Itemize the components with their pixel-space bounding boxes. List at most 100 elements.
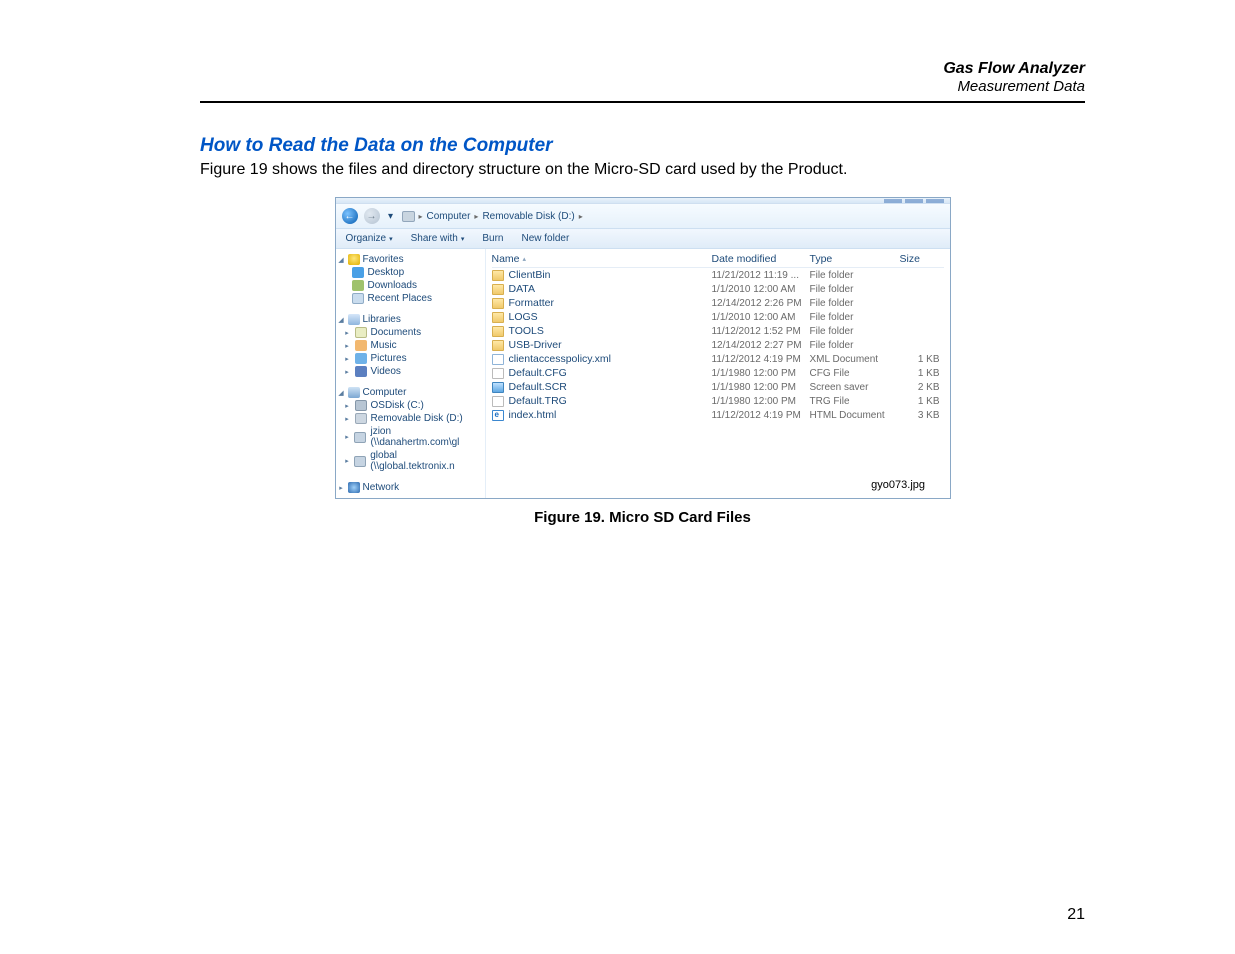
nav-item[interactable]: ▸Removable Disk (D:) <box>338 412 483 425</box>
nav-item-label: global (\\global.tektronix.n <box>370 450 482 472</box>
tree-expand-icon[interactable]: ▸ <box>344 402 351 410</box>
tree-expand-icon[interactable]: ▸ <box>344 368 351 376</box>
nav-item[interactable]: Downloads <box>338 279 483 292</box>
file-row[interactable]: Default.SCR1/1/1980 12:00 PMScreen saver… <box>492 380 944 394</box>
nav-group-network[interactable]: ▸ Network <box>338 481 483 494</box>
max-button[interactable] <box>905 199 923 203</box>
nav-item-label: Videos <box>371 366 401 377</box>
computer-icon <box>348 387 360 398</box>
folder-icon <box>492 326 504 337</box>
nav-item[interactable]: ▸ Music <box>338 339 483 352</box>
folder-icon <box>492 270 504 281</box>
trg-icon <box>492 396 504 407</box>
folder-icon <box>492 298 504 309</box>
page-number: 21 <box>1067 906 1085 924</box>
nav-back-button[interactable]: ← <box>342 208 358 224</box>
file-row[interactable]: Formatter12/14/2012 2:26 PMFile folder <box>492 296 944 310</box>
nav-item-label: Documents <box>371 327 422 338</box>
toolbar-burn[interactable]: Burn <box>482 233 503 244</box>
folder-icon <box>492 312 504 323</box>
col-type[interactable]: Type <box>810 253 900 265</box>
doc-subtitle: Measurement Data <box>200 78 1085 95</box>
file-row[interactable]: ClientBin11/21/2012 11:19 ...File folder <box>492 268 944 282</box>
nav-forward-button[interactable]: → <box>364 208 380 224</box>
file-size: 2 KB <box>900 382 944 393</box>
netd-icon <box>354 456 366 467</box>
chevron-right-icon: ▸ <box>419 212 423 221</box>
file-name: index.html <box>509 409 557 421</box>
file-date: 12/14/2012 2:27 PM <box>712 340 810 351</box>
breadcrumb-folder[interactable]: Removable Disk (D:) <box>482 211 574 222</box>
toolbar-organize[interactable]: Organize ▾ <box>346 233 393 244</box>
tree-expand-icon[interactable]: ▸ <box>344 355 351 363</box>
col-name[interactable]: Name ▴ <box>492 253 712 265</box>
file-name: Default.SCR <box>509 381 567 393</box>
file-row[interactable]: Default.TRG1/1/1980 12:00 PMTRG File1 KB <box>492 394 944 408</box>
nav-item[interactable]: ▸ Pictures <box>338 352 483 365</box>
nav-libraries-label: Libraries <box>363 314 401 325</box>
file-size: 1 KB <box>900 368 944 379</box>
file-row[interactable]: DATA1/1/2010 12:00 AMFile folder <box>492 282 944 296</box>
nav-item-label: Music <box>371 340 397 351</box>
nav-group-libraries[interactable]: ◢ Libraries <box>338 313 483 326</box>
file-row[interactable]: LOGS1/1/2010 12:00 AMFile folder <box>492 310 944 324</box>
nav-item[interactable]: ▸OSDisk (C:) <box>338 399 483 412</box>
col-name-label: Name <box>492 253 520 265</box>
file-type: Screen saver <box>810 382 900 393</box>
tree-collapse-icon[interactable]: ◢ <box>338 256 345 264</box>
nav-item[interactable]: Desktop <box>338 266 483 279</box>
file-type: HTML Document <box>810 410 900 421</box>
tree-collapse-icon[interactable]: ◢ <box>338 389 345 397</box>
file-type: CFG File <box>810 368 900 379</box>
sort-asc-icon: ▴ <box>523 255 527 263</box>
file-date: 1/1/2010 12:00 AM <box>712 284 810 295</box>
nav-item[interactable]: ▸ global (\\global.tektronix.n <box>338 449 483 473</box>
min-button[interactable] <box>884 199 902 203</box>
file-type: File folder <box>810 312 900 323</box>
file-row[interactable]: USB-Driver12/14/2012 2:27 PMFile folder <box>492 338 944 352</box>
nav-item[interactable]: ▸jzion (\\danahertm.com\gl <box>338 425 483 449</box>
breadcrumb[interactable]: ▸ Computer ▸ Removable Disk (D:) ▸ <box>402 211 944 222</box>
file-date: 1/1/1980 12:00 PM <box>712 368 810 379</box>
file-name: TOOLS <box>509 325 544 337</box>
section-intro: Figure 19 shows the files and directory … <box>200 161 1085 179</box>
image-reference: gyo073.jpg <box>871 479 925 491</box>
file-row[interactable]: index.html11/12/2012 4:19 PMHTML Documen… <box>492 408 944 422</box>
col-size[interactable]: Size <box>900 253 944 265</box>
tree-expand-icon[interactable]: ▸ <box>338 484 345 492</box>
file-row[interactable]: TOOLS11/12/2012 1:52 PMFile folder <box>492 324 944 338</box>
tree-expand-icon[interactable]: ▸ <box>344 457 351 465</box>
pic-icon <box>355 353 367 364</box>
nav-item[interactable]: ▸ Videos <box>338 365 483 378</box>
file-row[interactable]: Default.CFG 1/1/1980 12:00 PMCFG File1 KB <box>492 366 944 380</box>
toolbar-newfolder[interactable]: New folder <box>521 233 569 244</box>
tree-expand-icon[interactable]: ▸ <box>344 329 351 337</box>
tree-expand-icon[interactable]: ▸ <box>344 342 351 350</box>
tree-expand-icon[interactable]: ▸ <box>344 415 351 423</box>
nav-history-dropdown[interactable]: ▾ <box>386 211 396 222</box>
address-bar: ← → ▾ ▸ Computer ▸ Removable Disk (D:) ▸ <box>336 204 950 228</box>
file-size: 3 KB <box>900 410 944 421</box>
col-date[interactable]: Date modified <box>712 253 810 265</box>
nav-item[interactable]: ▸ Documents <box>338 326 483 339</box>
doc-icon <box>355 327 367 338</box>
nav-network-label: Network <box>363 482 400 493</box>
cfg-icon <box>492 368 504 379</box>
close-button[interactable] <box>926 199 944 203</box>
nav-item[interactable]: Recent Places <box>338 292 483 305</box>
navigation-pane: ◢ Favorites DesktopDownloadsRecent Place… <box>336 249 486 498</box>
nav-item-label: Desktop <box>368 267 405 278</box>
nav-item-label: Pictures <box>371 353 407 364</box>
file-name: ClientBin <box>509 269 551 281</box>
tree-expand-icon[interactable]: ▸ <box>344 433 351 441</box>
nav-group-computer[interactable]: ◢ Computer <box>338 386 483 399</box>
file-type: File folder <box>810 326 900 337</box>
nav-group-favorites[interactable]: ◢ Favorites <box>338 253 483 266</box>
library-icon <box>348 314 360 325</box>
breadcrumb-root[interactable]: Computer <box>427 211 471 222</box>
network-icon <box>348 482 360 493</box>
toolbar-share[interactable]: Share with ▾ <box>411 233 465 244</box>
file-row[interactable]: clientaccesspolicy.xml11/12/2012 4:19 PM… <box>492 352 944 366</box>
tree-collapse-icon[interactable]: ◢ <box>338 316 345 324</box>
file-name: Default.CFG <box>509 367 567 379</box>
